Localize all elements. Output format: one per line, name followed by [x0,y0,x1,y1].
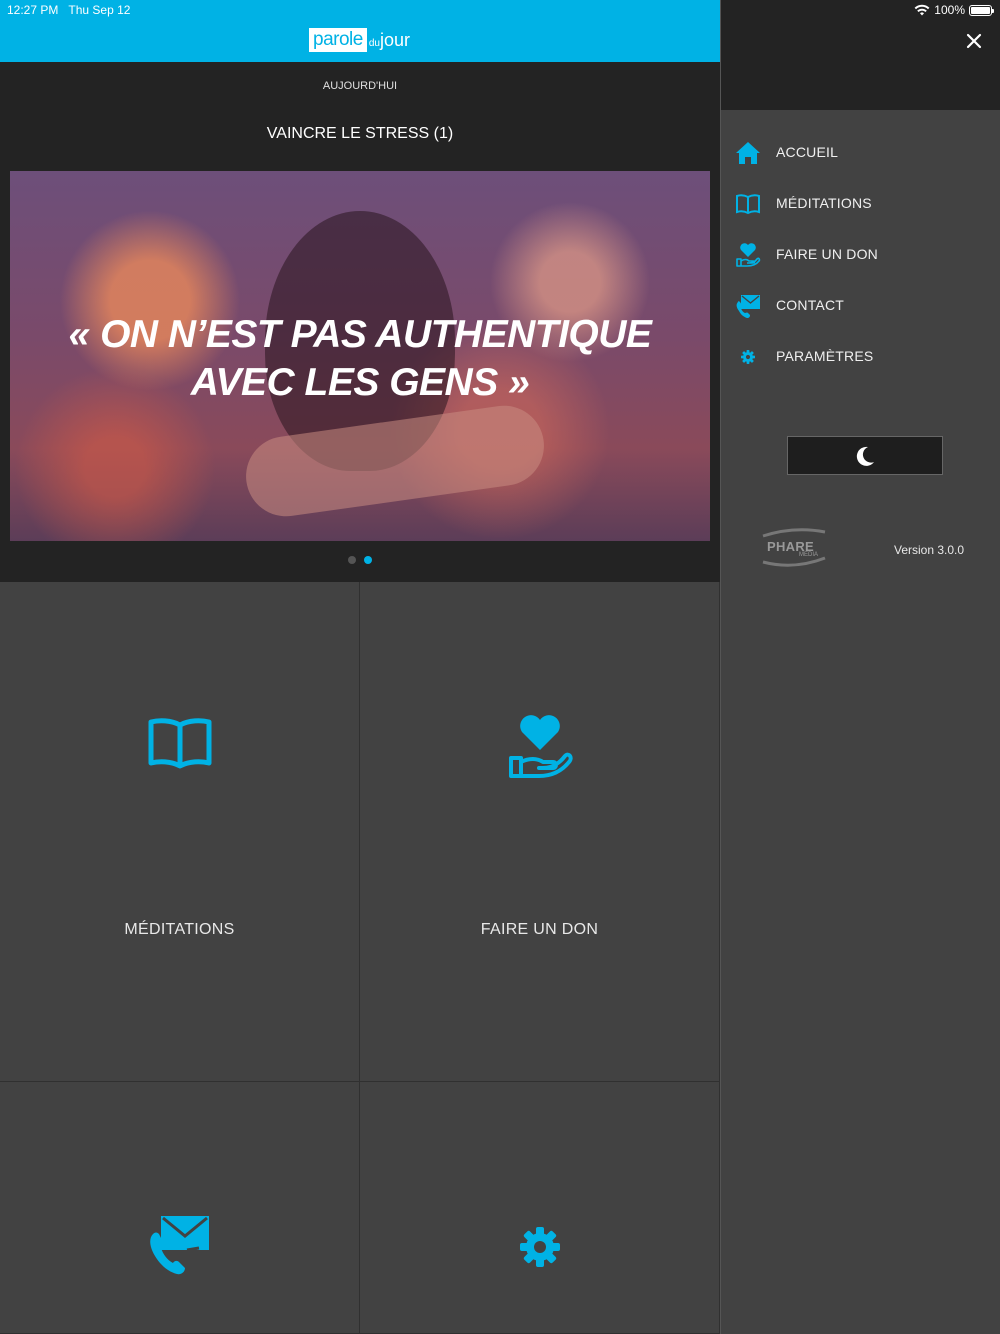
carousel-dots [348,556,372,564]
status-right: 100% [914,3,994,17]
book-icon [148,718,211,769]
tile-label: MÉDITATIONS [124,921,235,938]
menu-item-meditations[interactable]: MÉDITATIONS [721,179,1000,230]
night-mode-button[interactable] [787,436,943,475]
menu-item-donate[interactable]: FAIRE UN DON [721,230,1000,281]
moon-icon [856,446,874,466]
phare-logo-sub: MEDIA [799,552,819,558]
logo-rest: dujour [368,29,410,50]
carousel-dot-active[interactable] [364,556,372,564]
logo-box: parole [309,28,367,52]
tile-donate[interactable]: FAIRE UN DON [360,582,720,1082]
menu-item-label: PARAMÈTRES [776,348,874,364]
tile-contact[interactable] [0,1082,360,1334]
menu-item-label: MÉDITATIONS [776,195,872,211]
status-time: 12:27 PM Thu Sep 12 [7,3,131,17]
hero-image[interactable]: « ON N’EST PAS AUTHENTIQUE AVEC LES GENS… [10,171,710,541]
book-icon [736,194,760,215]
wifi-icon [914,4,930,16]
menu-item-home[interactable]: ACCUEIL [721,128,1000,179]
home-icon [736,142,760,164]
battery-icon [969,4,994,16]
drawer-menu: ACCUEIL MÉDITATIONS FAIRE UN DON CONTACT [721,128,1000,383]
gear-icon [741,350,756,364]
carousel-dot[interactable] [348,556,356,564]
app-logo[interactable]: parole dujour [309,28,410,52]
meditation-title[interactable]: VAINCRE LE STRESS (1) [0,125,720,143]
main-pane: parole dujour AUJOURD'HUI VAINCRE LE STR… [0,0,720,1334]
battery-percent: 100% [934,3,965,17]
gear-icon [519,1227,560,1267]
tile-label: FAIRE UN DON [480,921,599,938]
menu-item-label: CONTACT [776,297,845,313]
menu-item-label: FAIRE UN DON [776,246,878,262]
menu-item-label: ACCUEIL [776,144,839,160]
today-label: AUJOURD'HUI [322,80,398,92]
heart-hand-icon [508,715,573,778]
phare-media-logo: PHARE MEDIA [759,528,829,570]
tile-settings[interactable] [360,1082,720,1334]
phone-mail-icon [736,295,760,318]
heart-hand-icon [736,243,761,267]
status-bar: 12:27 PM Thu Sep 12 100% [0,0,1000,20]
menu-item-contact[interactable]: CONTACT [721,281,1000,332]
side-drawer: ACCUEIL MÉDITATIONS FAIRE UN DON CONTACT [720,0,1000,1334]
close-icon[interactable] [961,28,987,54]
tile-grid: MÉDITATIONS FAIRE UN DON [0,582,720,1334]
menu-item-settings[interactable]: PARAMÈTRES [721,332,1000,383]
hero-quote: « ON N’EST PAS AUTHENTIQUE AVEC LES GENS… [68,313,652,404]
phone-mail-icon [149,1216,209,1275]
tile-meditations[interactable]: MÉDITATIONS [0,582,360,1082]
app-version: Version 3.0.0 [894,543,965,557]
